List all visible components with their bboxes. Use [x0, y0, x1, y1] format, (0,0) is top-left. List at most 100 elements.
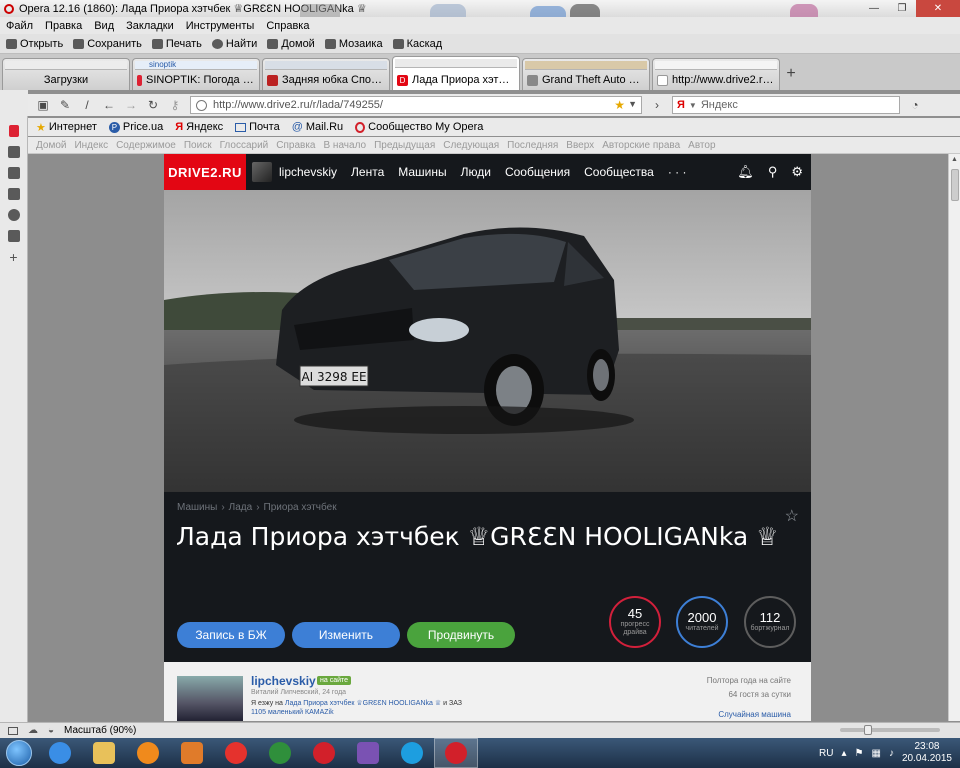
nav-feed[interactable]: Лента [351, 165, 384, 179]
edit-button[interactable]: Изменить [292, 622, 400, 648]
downloads-panel-icon[interactable] [7, 188, 20, 200]
speedometer-icon[interactable]: ◒ [48, 725, 54, 736]
bookmark-price-ua[interactable]: P Price.ua [108, 121, 163, 133]
drive2-logo[interactable]: DRIVE2.RU [164, 154, 246, 190]
sitenav-contents[interactable]: Содержимое [116, 140, 176, 151]
chevron-down-icon[interactable]: ▼ [628, 99, 637, 109]
save-button[interactable]: Сохранить [73, 38, 142, 50]
taskbar-skype[interactable] [390, 738, 434, 768]
panel-toggle-icon[interactable] [8, 726, 18, 735]
yandex-panel-icon[interactable] [8, 125, 19, 137]
crumb-lada[interactable]: Лада [229, 502, 253, 513]
bookmark-mail[interactable]: Почта [235, 121, 280, 133]
clock[interactable]: 23:08 20.04.2015 [902, 741, 952, 765]
sitenav-help[interactable]: Справка [276, 140, 315, 151]
history-panel-icon[interactable] [7, 209, 20, 221]
tab-gta5[interactable]: Grand Theft Auto V (R... [522, 58, 650, 90]
taskbar-yandex-browser[interactable] [214, 738, 258, 768]
bookmarks-panel-icon[interactable] [7, 146, 20, 158]
search-icon[interactable]: ⚲ [768, 164, 778, 180]
bookmark-internet[interactable]: ★ Интернет [36, 121, 97, 134]
key-icon[interactable]: ⚷ [168, 98, 182, 112]
taskbar-media-player[interactable] [170, 738, 214, 768]
taskbar-opera-active[interactable] [434, 738, 478, 768]
minimize-button[interactable]: — [860, 0, 888, 17]
bookmark-star-icon[interactable]: ★ [614, 98, 625, 112]
sitenav-glossary[interactable]: Глоссарий [220, 140, 269, 151]
logbook-entry-button[interactable]: Запись в БЖ [177, 622, 285, 648]
star-icon[interactable]: ☆ [785, 506, 799, 526]
flag-icon[interactable]: ⚑ [855, 748, 864, 759]
menu-help[interactable]: Справка [266, 20, 309, 32]
random-car-link[interactable]: Случайная машина [718, 710, 791, 719]
user-menu[interactable]: lipchevskiy [252, 162, 337, 182]
owner-second-car-link[interactable]: 1105 маленький КАМАZik [251, 709, 334, 716]
network-icon[interactable]: ▦ [871, 748, 880, 759]
owner-car-link[interactable]: Лада Приора хэтчбек ♕GRƐƐN HOOLIGANka ♕ [285, 700, 441, 707]
scrollbar-thumb[interactable] [951, 169, 959, 201]
arrow-up-icon[interactable]: ▴ [841, 748, 846, 759]
logbook-stat[interactable]: 112 бортжурнал [744, 596, 796, 648]
sitenav-first[interactable]: В начало [323, 140, 366, 151]
crumb-priora[interactable]: Приора хэтчбек [264, 502, 337, 513]
home-button[interactable]: Домой [267, 38, 315, 50]
menu-view[interactable]: Вид [94, 20, 114, 32]
sitenav-next[interactable]: Следующая [443, 140, 499, 151]
zoom-label[interactable]: Масштаб (90%) [64, 725, 136, 736]
tab-rear-skirt[interactable]: Задняя юбка Спорт Л... [262, 58, 390, 90]
sitenav-search[interactable]: Поиск [184, 140, 212, 151]
cascade-button[interactable]: Каскад [392, 38, 442, 50]
language-indicator[interactable]: RU [819, 748, 833, 759]
start-button[interactable] [0, 738, 38, 768]
add-panel-icon[interactable]: + [8, 250, 20, 264]
find-button[interactable]: Найти [211, 38, 257, 50]
scroll-up-icon[interactable]: ▲ [951, 156, 959, 164]
nav-people[interactable]: Люди [461, 165, 491, 179]
pen-icon[interactable]: / [80, 98, 94, 112]
readers-stat[interactable]: 2000 читателей [676, 596, 728, 648]
tile-button[interactable]: Мозаика [324, 38, 383, 50]
tab-drive2-url[interactable]: http://www.drive2.ru/l... [652, 58, 780, 90]
zoom-slider-knob[interactable] [864, 725, 872, 735]
sitenav-last[interactable]: Последняя [507, 140, 558, 151]
new-tab-button[interactable]: + [782, 58, 800, 90]
chevron-down-icon[interactable]: ▼ [689, 101, 697, 110]
menu-tools[interactable]: Инструменты [186, 20, 255, 32]
forward-icon[interactable]: → [124, 98, 138, 112]
volume-icon[interactable]: ♪ [889, 748, 894, 759]
tab-lada-priora[interactable]: D Лада Приора хэтчбек ... [392, 56, 520, 90]
bookmark-my-opera[interactable]: Сообщество My Opera [355, 121, 483, 133]
maximize-button[interactable]: ❐ [888, 0, 916, 17]
owner-name[interactable]: lipchevskiy [251, 674, 316, 688]
sitenav-home[interactable]: Домой [36, 140, 66, 151]
menu-file[interactable]: Файл [6, 20, 33, 32]
sitenav-previous[interactable]: Предыдущая [374, 140, 435, 151]
back-icon[interactable]: ← [102, 98, 116, 112]
gear-icon[interactable]: ⚙ [791, 164, 803, 180]
go-icon[interactable]: › [650, 98, 664, 112]
drive-progress-stat[interactable]: 45 прогресс драйва [609, 596, 661, 648]
zoom-slider[interactable] [840, 725, 940, 735]
nav-more[interactable]: · · · [668, 165, 687, 179]
sitenav-index[interactable]: Индекс [74, 140, 108, 151]
open-button[interactable]: Открыть [6, 38, 63, 50]
close-button[interactable]: ✕ [916, 0, 960, 17]
menu-bookmarks[interactable]: Закладки [126, 20, 174, 32]
tab-sinoptik[interactable]: sinoptik SINOPTIK: Погода в О... [132, 58, 260, 90]
notes-panel-icon[interactable] [7, 167, 20, 179]
sitenav-copyright[interactable]: Авторские права [602, 140, 680, 151]
taskbar-explorer[interactable] [82, 738, 126, 768]
menu-edit[interactable]: Правка [45, 20, 82, 32]
page-scrollbar[interactable]: ▲ [948, 154, 960, 721]
wrench-icon[interactable]: ✎ [58, 98, 72, 112]
taskbar-ie[interactable] [38, 738, 82, 768]
owner-avatar[interactable] [177, 676, 243, 721]
nav-cars[interactable]: Машины [398, 165, 446, 179]
sitenav-author[interactable]: Автор [688, 140, 715, 151]
bookmark-mailru[interactable]: @ Mail.Ru [292, 121, 343, 133]
bell-icon[interactable]: 🔔︎ [737, 164, 754, 180]
reload-icon[interactable]: ↻ [146, 98, 160, 112]
print-button[interactable]: Печать [151, 38, 202, 50]
nav-messages[interactable]: Сообщения [505, 165, 570, 179]
panel-toggle-icon[interactable]: ▣ [36, 98, 50, 112]
